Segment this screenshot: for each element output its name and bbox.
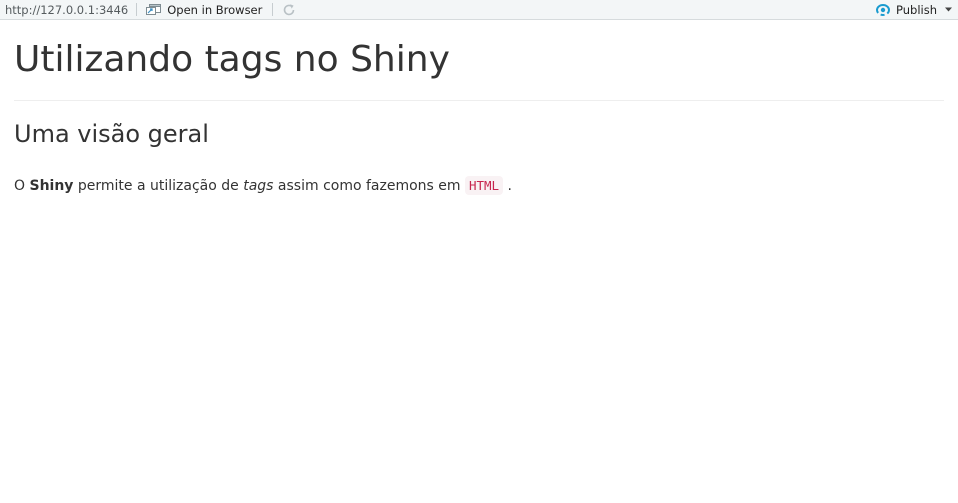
refresh-button[interactable]	[274, 3, 304, 17]
tags-italic-text: tags	[243, 178, 274, 194]
shiny-bold-text: Shiny	[29, 178, 74, 194]
page-content: Utilizando tags no Shiny Uma visão geral…	[14, 20, 944, 196]
paragraph-text: .	[503, 178, 512, 194]
publish-label: Publish	[896, 2, 937, 17]
intro-paragraph: O Shiny permite a utilização de tags ass…	[14, 176, 944, 196]
page-title: Utilizando tags no Shiny	[14, 39, 450, 80]
publish-icon	[876, 3, 890, 16]
viewer-toolbar: http://127.0.0.1:3446 Open in Browser Pu…	[0, 0, 958, 20]
open-in-browser-icon	[146, 3, 162, 15]
paragraph-text: assim como fazemons em	[273, 178, 465, 194]
toolbar-separator	[272, 3, 274, 16]
refresh-icon	[284, 3, 295, 15]
toolbar-separator	[136, 3, 138, 16]
divider	[14, 100, 944, 101]
open-in-browser-button[interactable]: Open in Browser	[138, 3, 271, 17]
html-code-snippet: HTML	[464, 176, 504, 195]
paragraph-text: permite a utilização de	[73, 178, 244, 194]
page-subtitle: Uma visão geral	[14, 120, 209, 148]
url-text: http://127.0.0.1:3446	[5, 2, 129, 17]
paragraph-text: O	[14, 178, 30, 194]
open-in-browser-label: Open in Browser	[167, 2, 263, 17]
chevron-down-icon[interactable]	[945, 7, 952, 12]
publish-button[interactable]: Publish	[875, 3, 958, 17]
